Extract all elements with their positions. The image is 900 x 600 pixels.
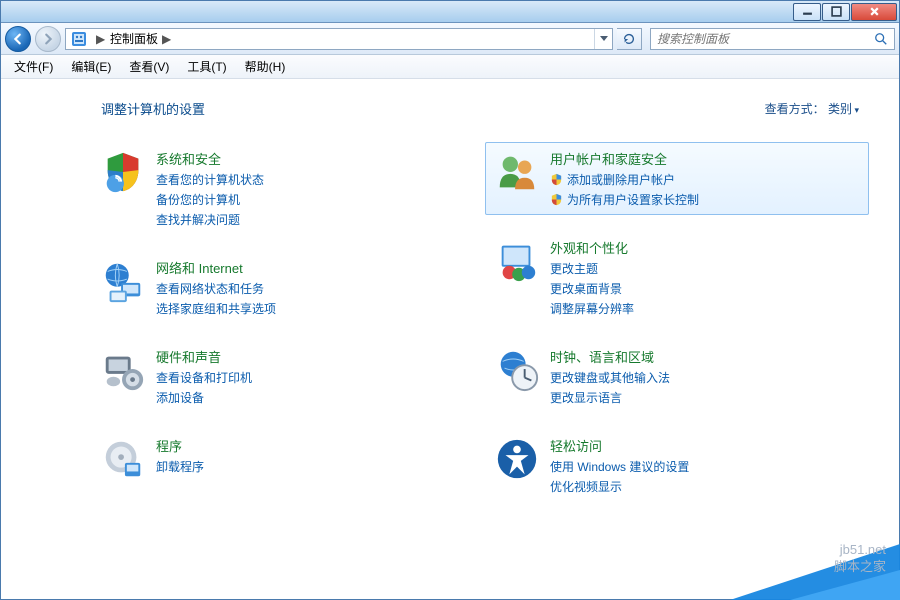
category-user-accounts: 用户帐户和家庭安全添加或删除用户帐户为所有用户设置家长控制 <box>485 142 869 215</box>
shield-icon <box>550 173 563 186</box>
category-column-right: 用户帐户和家庭安全添加或删除用户帐户为所有用户设置家长控制外观和个性化更改主题更… <box>485 142 869 502</box>
user-accounts-icon <box>494 149 540 195</box>
network-internet-icon <box>100 258 146 304</box>
task-link[interactable]: 使用 Windows 建议的设置 <box>550 458 689 475</box>
task-link-label: 调整屏幕分辨率 <box>550 300 634 317</box>
search-box[interactable] <box>650 28 895 50</box>
address-dropdown[interactable] <box>594 29 612 49</box>
menu-bar: 文件(F) 编辑(E) 查看(V) 工具(T) 帮助(H) <box>1 55 899 79</box>
content-area: 调整计算机的设置 查看方式： 类别 系统和安全查看您的计算机状态备份您的计算机查… <box>1 79 899 599</box>
category-title[interactable]: 网络和 Internet <box>156 258 276 277</box>
task-link-label: 更改显示语言 <box>550 389 622 406</box>
task-link[interactable]: 更改桌面背景 <box>550 280 634 297</box>
task-link-label: 更改主题 <box>550 260 598 277</box>
task-link[interactable]: 查看网络状态和任务 <box>156 280 276 297</box>
view-by-dropdown[interactable]: 类别 <box>828 102 859 116</box>
maximize-button[interactable] <box>822 3 850 21</box>
menu-tools[interactable]: 工具(T) <box>180 55 233 78</box>
task-link-label: 添加或删除用户帐户 <box>567 171 675 188</box>
task-link-label: 使用 Windows 建议的设置 <box>550 458 689 475</box>
shield-icon <box>550 193 563 206</box>
task-link[interactable]: 更改显示语言 <box>550 389 670 406</box>
programs-icon <box>100 436 146 482</box>
content-header: 调整计算机的设置 查看方式： 类别 <box>101 99 859 118</box>
task-link-label: 查看网络状态和任务 <box>156 280 264 297</box>
watermark-text: 脚本之家 <box>834 559 886 576</box>
category-clock-region: 时钟、语言和区域更改键盘或其他输入法更改显示语言 <box>485 340 869 413</box>
breadcrumb[interactable]: 控制面板 <box>110 30 158 47</box>
task-link[interactable]: 选择家庭组和共享选项 <box>156 300 276 317</box>
titlebar <box>1 1 899 23</box>
task-link[interactable]: 查看您的计算机状态 <box>156 171 264 188</box>
task-link[interactable]: 为所有用户设置家长控制 <box>550 191 699 208</box>
page-title: 调整计算机的设置 <box>101 99 205 118</box>
category-title[interactable]: 时钟、语言和区域 <box>550 347 670 366</box>
task-link[interactable]: 备份您的计算机 <box>156 191 264 208</box>
back-button[interactable] <box>5 26 31 52</box>
task-link-label: 更改键盘或其他输入法 <box>550 369 670 386</box>
appearance-icon <box>494 238 540 284</box>
hardware-sound-icon <box>100 347 146 393</box>
chevron-right-icon[interactable]: ▶ <box>162 32 176 46</box>
menu-view[interactable]: 查看(V) <box>122 55 176 78</box>
view-by: 查看方式： 类别 <box>765 100 859 117</box>
chevron-right-icon: ▶ <box>96 32 110 46</box>
task-link-label: 选择家庭组和共享选项 <box>156 300 276 317</box>
refresh-button[interactable] <box>617 28 642 50</box>
task-link-label: 更改桌面背景 <box>550 280 622 297</box>
task-link[interactable]: 查找并解决问题 <box>156 211 264 228</box>
category-programs: 程序卸载程序 <box>91 429 475 489</box>
task-link-label: 卸载程序 <box>156 458 204 475</box>
category-title[interactable]: 轻松访问 <box>550 436 689 455</box>
task-link-label: 查看您的计算机状态 <box>156 171 264 188</box>
close-button[interactable] <box>851 3 897 21</box>
task-link[interactable]: 更改键盘或其他输入法 <box>550 369 670 386</box>
forward-button[interactable] <box>35 26 61 52</box>
category-hardware-sound: 硬件和声音查看设备和打印机添加设备 <box>91 340 475 413</box>
clock-region-icon <box>494 347 540 393</box>
category-network-internet: 网络和 Internet 查看网络状态和任务选择家庭组和共享选项 <box>91 251 475 324</box>
category-title[interactable]: 系统和安全 <box>156 149 264 168</box>
minimize-button[interactable] <box>793 3 821 21</box>
task-link[interactable]: 更改主题 <box>550 260 634 277</box>
category-title[interactable]: 硬件和声音 <box>156 347 252 366</box>
category-title[interactable]: 用户帐户和家庭安全 <box>550 149 699 168</box>
category-title[interactable]: 外观和个性化 <box>550 238 634 257</box>
watermark: jb51.net 脚本之家 <box>834 542 886 576</box>
task-link-label: 添加设备 <box>156 389 204 406</box>
task-link-label: 为所有用户设置家长控制 <box>567 191 699 208</box>
category-ease-of-access: 轻松访问使用 Windows 建议的设置优化视频显示 <box>485 429 869 502</box>
category-system-security: 系统和安全查看您的计算机状态备份您的计算机查找并解决问题 <box>91 142 475 235</box>
search-icon[interactable] <box>868 28 894 50</box>
task-link-label: 优化视频显示 <box>550 478 622 495</box>
task-link[interactable]: 调整屏幕分辨率 <box>550 300 634 317</box>
menu-file[interactable]: 文件(F) <box>7 55 60 78</box>
category-column-left: 系统和安全查看您的计算机状态备份您的计算机查找并解决问题网络和 Internet… <box>91 142 475 502</box>
watermark-url: jb51.net <box>834 542 886 559</box>
address-bar[interactable]: ▶ 控制面板 ▶ <box>65 28 613 50</box>
task-link-label: 备份您的计算机 <box>156 191 240 208</box>
navigation-bar: ▶ 控制面板 ▶ <box>1 23 899 55</box>
control-panel-window: ▶ 控制面板 ▶ 文件(F) 编辑(E) 查看(V) 工具(T) 帮助(H) 调… <box>0 0 900 600</box>
control-panel-icon <box>70 30 88 48</box>
menu-help[interactable]: 帮助(H) <box>238 55 293 78</box>
task-link[interactable]: 优化视频显示 <box>550 478 689 495</box>
category-appearance: 外观和个性化更改主题更改桌面背景调整屏幕分辨率 <box>485 231 869 324</box>
category-title[interactable]: 程序 <box>156 436 204 455</box>
task-link[interactable]: 卸载程序 <box>156 458 204 475</box>
task-link[interactable]: 查看设备和打印机 <box>156 369 252 386</box>
view-by-label: 查看方式： <box>765 102 825 116</box>
category-columns: 系统和安全查看您的计算机状态备份您的计算机查找并解决问题网络和 Internet… <box>91 142 869 502</box>
task-link[interactable]: 添加设备 <box>156 389 252 406</box>
menu-edit[interactable]: 编辑(E) <box>64 55 118 78</box>
task-link[interactable]: 添加或删除用户帐户 <box>550 171 699 188</box>
system-security-icon <box>100 149 146 195</box>
search-input[interactable] <box>651 29 868 49</box>
ease-of-access-icon <box>494 436 540 482</box>
task-link-label: 查找并解决问题 <box>156 211 240 228</box>
task-link-label: 查看设备和打印机 <box>156 369 252 386</box>
